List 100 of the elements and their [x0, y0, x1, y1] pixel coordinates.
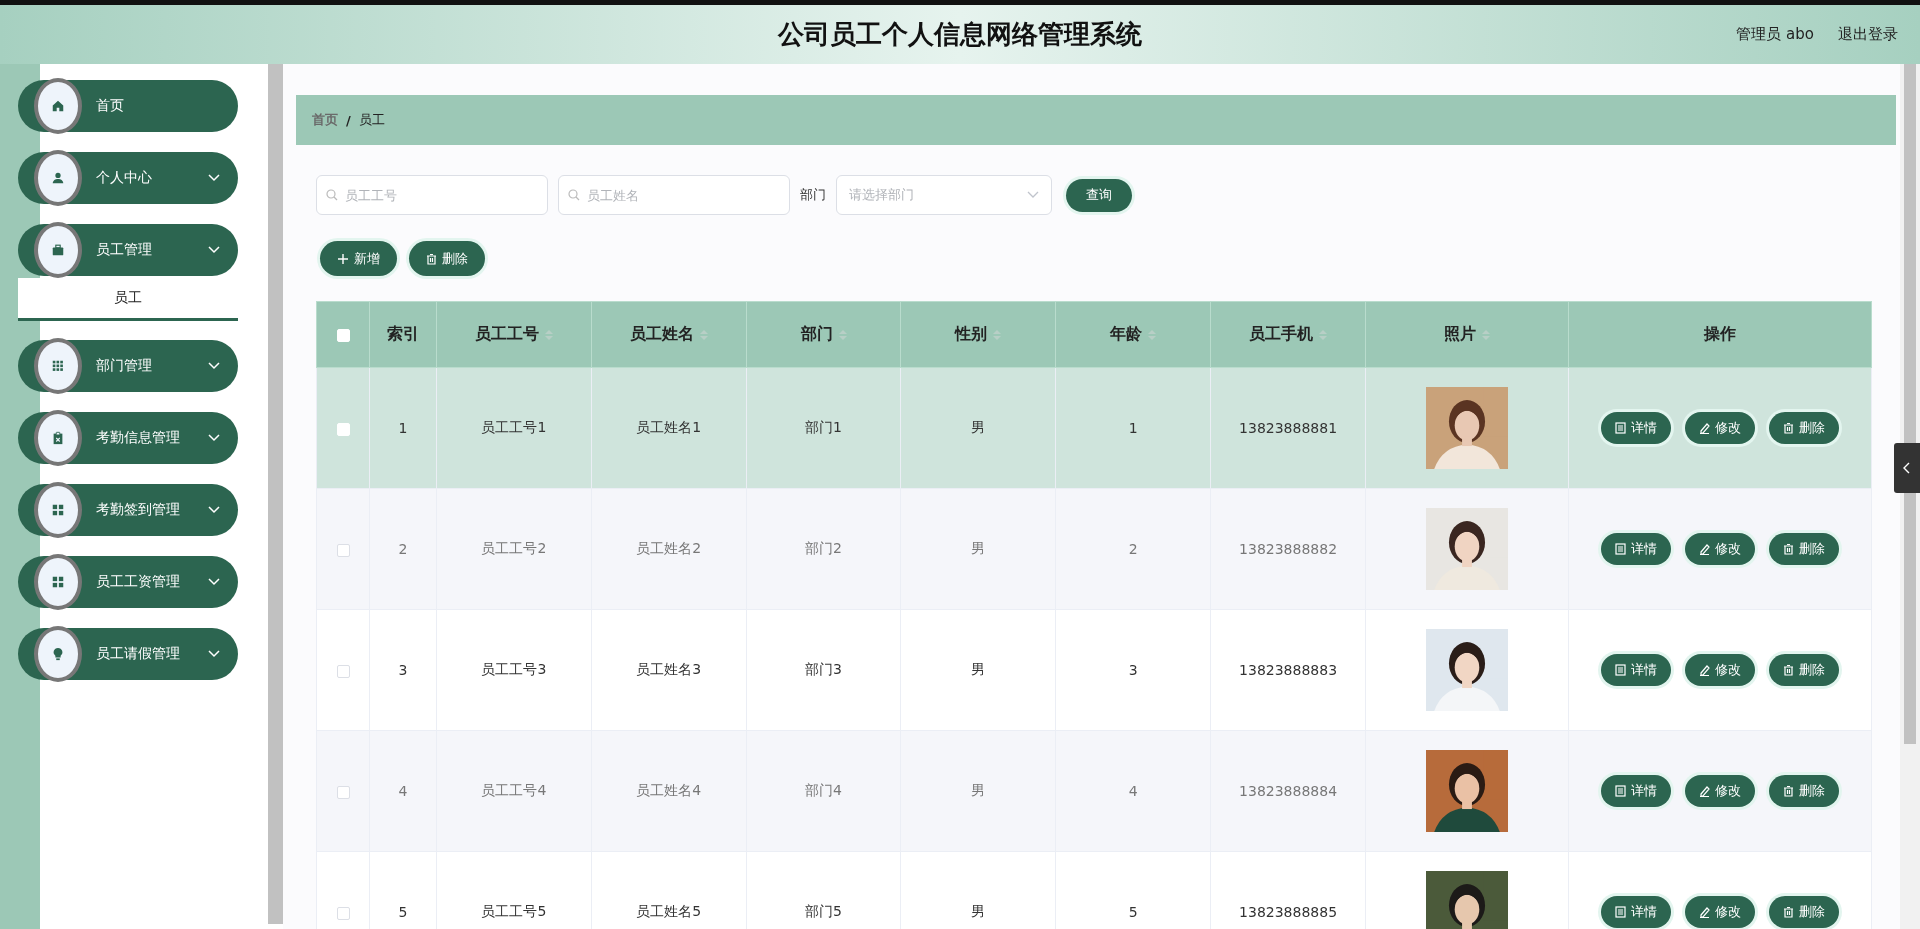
delete-button[interactable]: 删除 [1769, 533, 1839, 565]
table-cell: 部门3 [805, 661, 843, 677]
sidebar-item[interactable]: 员工工资管理 [18, 556, 238, 608]
bulb-icon [51, 647, 65, 661]
delete-button[interactable]: 删除 [409, 241, 485, 276]
edit-button[interactable]: 修改 [1685, 775, 1755, 807]
sidebar-item[interactable]: 员工管理 [18, 224, 238, 276]
table-cell: 部门5 [805, 903, 843, 919]
sidebar-item[interactable]: 首页 [18, 80, 238, 132]
column-header: 操作 [1568, 301, 1872, 368]
delete-button[interactable]: 删除 [1769, 412, 1839, 444]
column-header[interactable]: 员工姓名 [591, 301, 747, 368]
logout-link[interactable]: 退出登录 [1838, 25, 1898, 44]
admin-user-label: 管理员 abo [1736, 25, 1814, 44]
breadcrumb-separator: / [346, 112, 351, 128]
chevron-icon [208, 650, 220, 658]
table-cell: 部门2 [805, 540, 843, 556]
submenu-item[interactable]: 员工 [18, 278, 238, 321]
sort-icon[interactable] [1148, 329, 1157, 340]
chevron-icon [208, 362, 220, 370]
grid-icon [51, 359, 65, 373]
document-icon [1615, 664, 1626, 676]
search-field[interactable]: 员工工号 [316, 175, 548, 215]
table-cell: 员工姓名3 [636, 661, 702, 677]
document-icon [1615, 422, 1626, 434]
add-button[interactable]: 新增 [320, 241, 397, 276]
table-cell: 3 [1128, 662, 1138, 678]
details-button[interactable]: 详情 [1601, 412, 1671, 444]
delete-button[interactable]: 删除 [1769, 654, 1839, 686]
delete-button[interactable]: 删除 [1769, 896, 1839, 928]
checkbox[interactable] [336, 785, 350, 799]
column-header[interactable]: 性别 [901, 301, 1056, 368]
plus-icon [337, 252, 349, 265]
pencil-icon [1699, 785, 1710, 797]
chevron-icon [208, 434, 220, 442]
table-row[interactable]: 1 员工工号1 员工姓名1 部门1 男 1 13823888881 详情 修改 删除 [316, 367, 1872, 489]
window-title: 公司员工个人信息网络管理系统 [778, 18, 1142, 51]
table-cell: 2 [398, 541, 408, 557]
pencil-icon [1699, 906, 1710, 918]
table-cell: 4 [398, 783, 408, 799]
table-cell: 员工工号5 [481, 903, 547, 919]
search-field[interactable]: 员工姓名 [558, 175, 790, 215]
squares-icon [51, 503, 65, 517]
checkbox[interactable] [336, 906, 350, 920]
sort-icon[interactable] [699, 329, 708, 340]
sort-icon[interactable] [1319, 329, 1328, 340]
sidebar-item[interactable]: 考勤信息管理 [18, 412, 238, 464]
table-cell: 员工姓名4 [636, 782, 702, 798]
table-row[interactable]: 2 员工工号2 员工姓名2 部门2 男 2 13823888882 详情 修改 删除 [316, 488, 1872, 610]
side-panel-toggle[interactable] [1894, 443, 1920, 493]
table-cell: 1 [398, 420, 408, 436]
chevron-icon [208, 578, 220, 586]
document-icon [1615, 906, 1626, 918]
edit-button[interactable]: 修改 [1685, 896, 1755, 928]
edit-button[interactable]: 修改 [1685, 533, 1755, 565]
chevron-icon [208, 246, 220, 254]
scrollbar-thumb[interactable] [268, 64, 283, 924]
column-header[interactable]: 年龄 [1055, 301, 1211, 368]
table-cell: 13823888883 [1239, 662, 1338, 678]
table-cell: 13823888882 [1239, 541, 1338, 557]
table-cell: 2 [1128, 541, 1138, 557]
edit-button[interactable]: 修改 [1685, 654, 1755, 686]
sort-icon[interactable] [838, 329, 847, 340]
details-button[interactable]: 详情 [1601, 896, 1671, 928]
table-row[interactable]: 4 员工工号4 员工姓名4 部门4 男 4 13823888884 详情 修改 删除 [316, 730, 1872, 852]
query-button[interactable]: 查询 [1066, 178, 1132, 212]
clipboard-icon [51, 431, 65, 445]
column-header[interactable]: 员工手机 [1210, 301, 1366, 368]
column-header[interactable]: 照片 [1365, 301, 1569, 368]
table-cell: 男 [971, 782, 986, 798]
column-header[interactable]: 部门 [746, 301, 901, 368]
chevron-icon [1027, 191, 1039, 199]
sidebar-item[interactable]: 考勤签到管理 [18, 484, 238, 536]
trash-icon [1783, 664, 1794, 676]
edit-button[interactable]: 修改 [1685, 412, 1755, 444]
sort-icon[interactable] [993, 329, 1002, 340]
sidebar-item[interactable]: 员工请假管理 [18, 628, 238, 680]
delete-button[interactable]: 删除 [1769, 775, 1839, 807]
sort-icon[interactable] [1482, 329, 1490, 340]
column-header[interactable]: 员工工号 [436, 301, 592, 368]
user-icon [51, 171, 65, 185]
details-button[interactable]: 详情 [1601, 533, 1671, 565]
document-icon [1615, 543, 1626, 555]
column-header: 索引 [369, 301, 437, 368]
sidebar-item[interactable]: 部门管理 [18, 340, 238, 392]
pencil-icon [1699, 543, 1710, 555]
checkbox[interactable] [336, 664, 350, 678]
details-button[interactable]: 详情 [1601, 775, 1671, 807]
search-icon [568, 189, 580, 201]
document-icon [1615, 785, 1626, 797]
home-icon [51, 99, 65, 113]
table-row[interactable]: 3 员工工号3 员工姓名3 部门3 男 3 13823888883 详情 修改 删除 [316, 609, 1872, 731]
sort-icon[interactable] [544, 329, 553, 340]
checkbox[interactable] [336, 543, 350, 557]
trash-icon [1783, 906, 1794, 918]
sidebar-item[interactable]: 个人中心 [18, 152, 238, 204]
details-button[interactable]: 详情 [1601, 654, 1671, 686]
chevron-icon [208, 174, 220, 182]
table-row[interactable]: 5 员工工号5 员工姓名5 部门5 男 5 13823888885 详情 修改 删除 [316, 851, 1872, 929]
scrollbar-thumb[interactable] [1904, 64, 1916, 744]
